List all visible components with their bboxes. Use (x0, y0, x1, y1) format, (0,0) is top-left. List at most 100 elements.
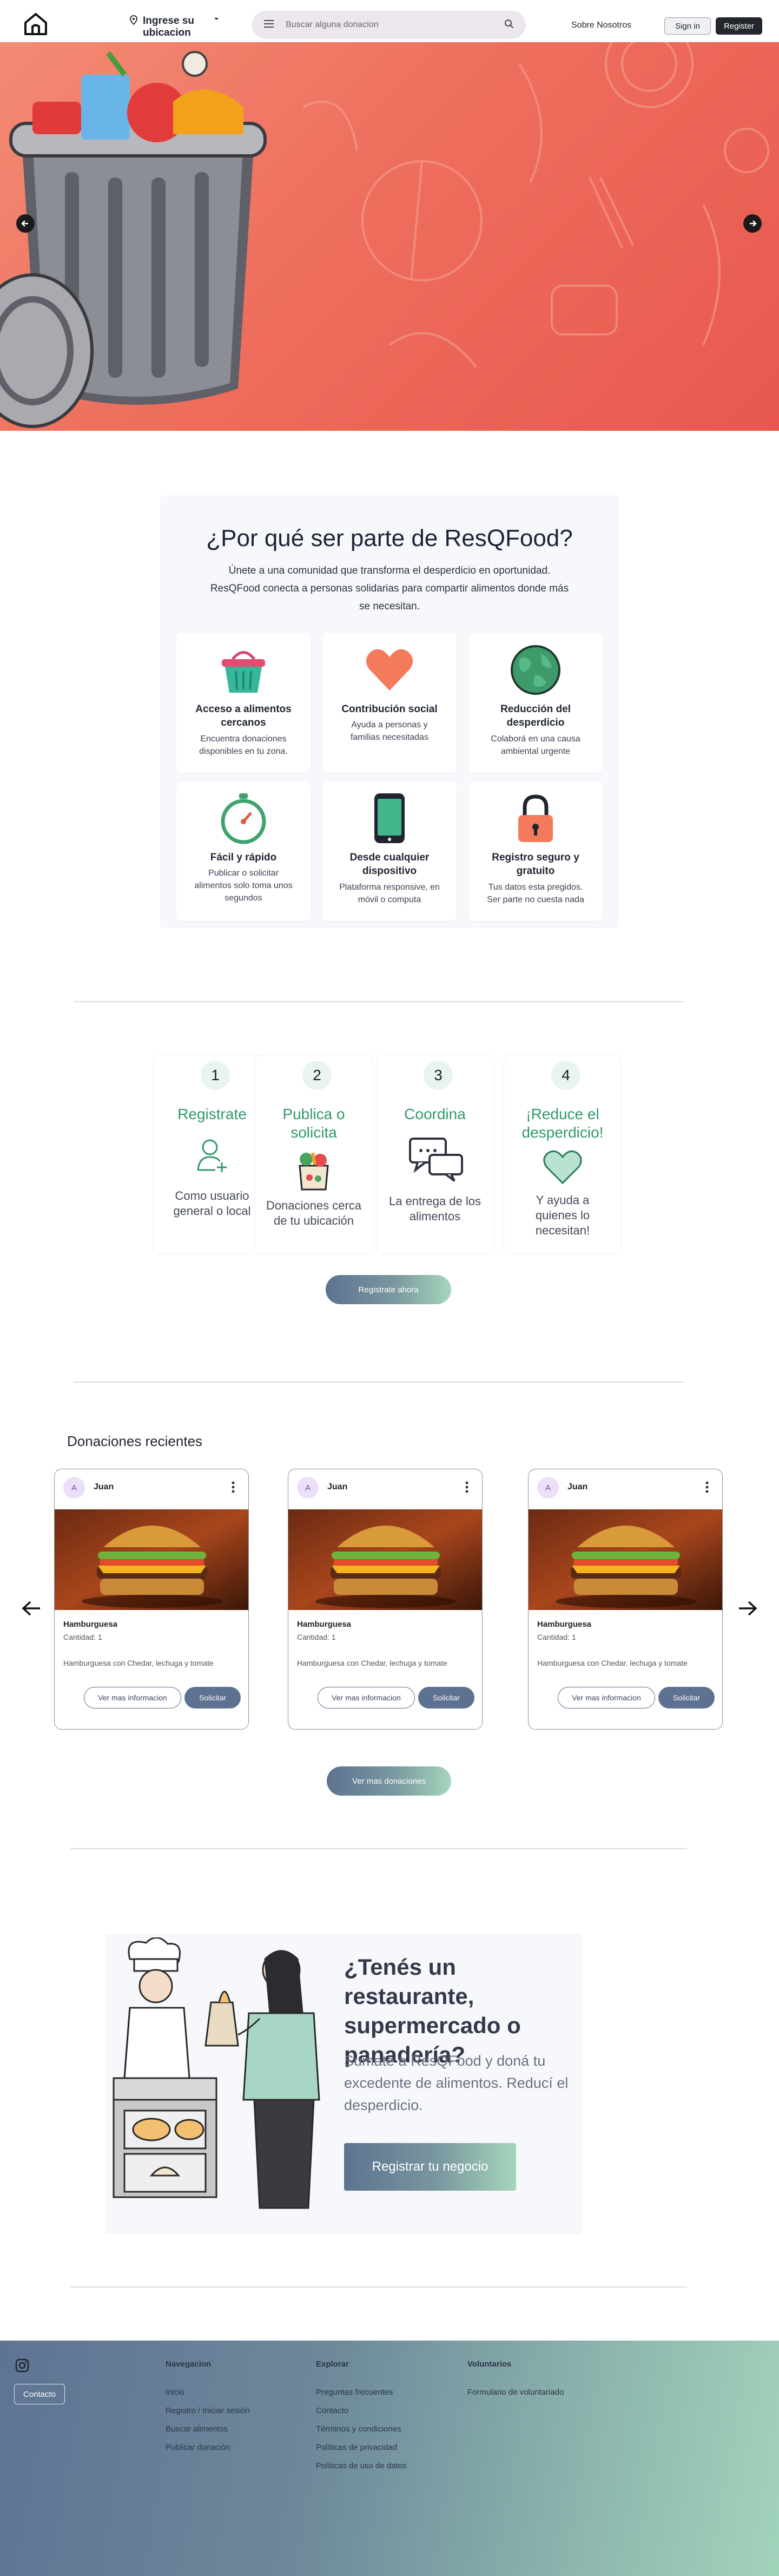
donation-desc: Hamburguesa con Chedar, lechuga y tomate (63, 1659, 214, 1667)
avatar: A (297, 1477, 319, 1499)
footer-link[interactable]: Publicar donación (166, 2443, 230, 2452)
step-card: 3 Coordina La entrega de los alimentos (377, 1055, 493, 1253)
footer-link[interactable]: Preguntas frecuentes (316, 2388, 393, 2397)
feature-card: Desde cualquier dispositivo Plataforma r… (322, 781, 457, 921)
why-subtitle: Únete a una comunidad que transforma el … (210, 565, 569, 612)
cta-subtitle: Sumate a ResQFood y doná tu excedente de… (344, 2053, 569, 2113)
step-title: Registrate (177, 1106, 247, 1122)
more-vert-icon[interactable] (229, 1479, 237, 1495)
burger-image (529, 1509, 722, 1610)
instagram-icon[interactable] (15, 2358, 29, 2373)
step-card: 4 ¡Reduce el desperdicio! Y ayuda a quie… (504, 1055, 621, 1253)
donation-qty: Cantidad: 1 (63, 1633, 102, 1641)
feature-card: Fácil y rápido Publicar o solicitar alim… (176, 781, 311, 921)
feature-desc: Ayuda a personas y familias necesitadas (350, 720, 429, 742)
sign-in-button[interactable]: Sign in (664, 17, 711, 35)
search-bar[interactable]: Buscar alguna donacion (252, 11, 526, 39)
more-vert-icon[interactable] (703, 1479, 711, 1495)
footer-link[interactable]: Políticas de privacidad (316, 2443, 397, 2452)
step-number: 4 (551, 1061, 580, 1090)
footer-heading: Explorar (316, 2360, 349, 2369)
more-info-button[interactable]: Ver mas informacion (84, 1687, 181, 1708)
feature-title: Fácil y rápido (210, 852, 277, 863)
donor-name: Juan (567, 1482, 588, 1491)
register-button[interactable]: Register (716, 17, 762, 35)
location-selector[interactable]: Ingrese su ubicacion (130, 15, 220, 39)
donation-name: Hamburguesa (63, 1620, 118, 1629)
divider (70, 1848, 687, 1849)
feature-card: Registro seguro y gratuito Tus datos est… (468, 781, 603, 921)
step-desc: Como usuario general o local (173, 1189, 251, 1218)
request-button[interactable]: Solicitar (184, 1687, 241, 1708)
burger-image (288, 1509, 482, 1610)
footer-link[interactable]: Formulario de voluntariado (467, 2388, 564, 2397)
footer-link[interactable]: Buscar alimentos (166, 2424, 228, 2434)
donation-qty: Cantidad: 1 (297, 1633, 336, 1641)
step-title: Publica o solicita (282, 1106, 345, 1141)
globe-icon (511, 645, 560, 695)
footer-link[interactable]: Términos y condiciones (316, 2424, 401, 2434)
hero-illustration (0, 42, 769, 428)
donation-card[interactable]: A Juan Hamburguesa Cantidad: 1 Hamburgue… (288, 1469, 483, 1730)
register-business-button[interactable]: Registrar tu negocio (344, 2143, 516, 2191)
more-vert-icon[interactable] (463, 1479, 471, 1495)
donation-card[interactable]: A Juan Hamburguesa Cantidad: 1 Hamburgue… (54, 1469, 249, 1730)
step-desc: Donaciones cerca de tu ubicación (266, 1199, 362, 1227)
donation-card[interactable]: A Juan Hamburguesa Cantidad: 1 Hamburgue… (528, 1469, 723, 1730)
donation-desc: Hamburguesa con Chedar, lechuga y tomate (297, 1659, 447, 1667)
hero-next-arrow[interactable] (743, 214, 762, 233)
avatar: A (63, 1477, 85, 1499)
feature-card: Acceso a alimentos cercanos Encuentra do… (176, 633, 311, 773)
footer-link[interactable]: Contacto (316, 2406, 348, 2415)
divider (74, 1382, 684, 1383)
home-icon[interactable] (23, 12, 49, 36)
feature-desc: Encuentra donaciones disponibles en tu z… (199, 734, 288, 756)
footer-link[interactable]: Inicio (166, 2388, 184, 2397)
feature-card: Reducción del desperdicio Colaborá en un… (468, 633, 603, 773)
search-icon[interactable] (504, 19, 514, 31)
menu-icon[interactable] (264, 19, 274, 30)
stopwatch-icon (221, 793, 266, 844)
feature-desc: Plataforma responsive, en móvil o comput… (339, 883, 440, 904)
burger-image (55, 1509, 248, 1610)
contact-button[interactable]: Contacto (14, 2384, 65, 2404)
feature-title: Reducción del desperdicio (500, 704, 571, 728)
about-link[interactable]: Sobre Nosotros (571, 21, 631, 30)
request-button[interactable]: Solicitar (658, 1687, 715, 1708)
feature-title: Registro seguro y gratuito (492, 852, 579, 877)
carousel-prev-arrow[interactable] (21, 1599, 42, 1618)
step-number: 3 (424, 1061, 453, 1090)
register-now-button[interactable]: Registrate ahora (326, 1275, 451, 1304)
pin-icon (130, 15, 137, 28)
more-info-button[interactable]: Ver mas informacion (558, 1687, 655, 1708)
donations-title: Donaciones recientes (67, 1433, 203, 1449)
heart-outline-icon (543, 1150, 582, 1185)
grocery-bag-icon (299, 1152, 329, 1191)
why-title: ¿Por qué ser parte de ResQFood? (206, 525, 573, 551)
feature-desc: Colaborá en una causa ambiental urgente (491, 734, 580, 756)
phone-icon (374, 793, 405, 843)
donor-name: Juan (327, 1482, 348, 1491)
request-button[interactable]: Solicitar (418, 1687, 474, 1708)
chat-icon (409, 1138, 463, 1182)
footer-link[interactable]: Registro / Iniciar sesión (166, 2406, 250, 2415)
feature-title: Contribución social (341, 704, 438, 715)
avatar: A (537, 1477, 559, 1499)
footer-heading: Voluntarios (467, 2360, 512, 2369)
more-info-button[interactable]: Ver mas informacion (318, 1687, 415, 1708)
search-input[interactable]: Buscar alguna donacion (286, 20, 504, 30)
step-desc: Y ayuda a quienes lo necesitan! (535, 1193, 590, 1237)
footer-link[interactable]: Políticas de uso de datos (316, 2461, 407, 2470)
step-card: 2 Publica o solicita Donaciones cerca de… (255, 1055, 372, 1253)
top-navbar: Ingrese su ubicacion Buscar alguna donac… (0, 0, 779, 42)
donor-name: Juan (94, 1482, 114, 1491)
hero-prev-arrow[interactable] (16, 214, 35, 233)
carousel-next-arrow[interactable] (737, 1599, 758, 1618)
footer (0, 2341, 779, 2576)
step-number: 1 (201, 1061, 230, 1090)
step-desc: La entrega de los alimentos (388, 1194, 481, 1223)
chevron-down-icon (213, 15, 220, 25)
step-number: 2 (302, 1061, 332, 1090)
more-donations-button[interactable]: Ver mas donaciones (327, 1766, 451, 1796)
feature-title: Desde cualquier dispositivo (349, 852, 430, 877)
